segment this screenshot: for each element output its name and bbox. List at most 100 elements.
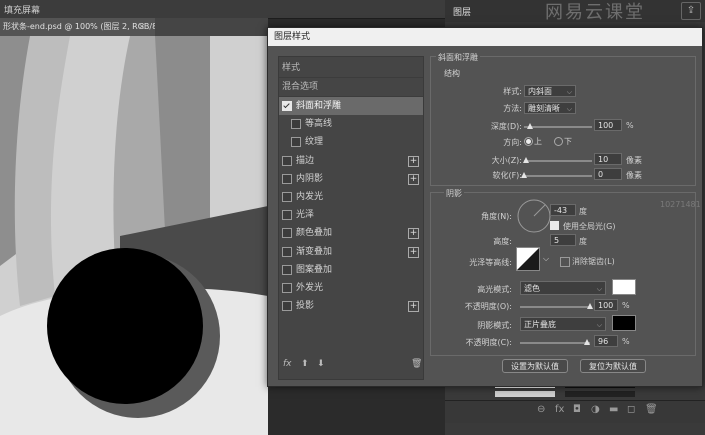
chevron-down-icon[interactable]: ⌵ [543, 254, 549, 264]
style-item[interactable]: 图案叠加 [279, 261, 423, 279]
direction-up-radio[interactable] [524, 137, 533, 146]
style-item-label: 颜色叠加 [296, 228, 333, 239]
bevel-section-title: 斜面和浮雕 [436, 52, 480, 63]
chevron-down-icon: ⌵ [566, 105, 572, 113]
add-effect-icon[interactable]: + [408, 228, 419, 240]
style-checkbox[interactable] [282, 301, 292, 312]
new-layer-icon[interactable]: ◻ [627, 404, 635, 415]
move-down-icon[interactable]: ⬇ [317, 359, 325, 369]
style-checkbox[interactable] [282, 173, 292, 184]
fx-icon[interactable]: fx [555, 404, 564, 415]
style-checkbox[interactable] [282, 246, 292, 257]
delete-effect-icon[interactable]: 🗑 [411, 359, 422, 369]
soften-slider-track[interactable] [524, 175, 592, 177]
style-item[interactable]: 外发光 [279, 279, 423, 297]
highlight-color-swatch[interactable] [612, 279, 636, 295]
depth-slider-thumb[interactable] [527, 123, 534, 129]
style-checkbox[interactable] [282, 283, 292, 293]
bevel-style-select[interactable]: 内斜面 ⌵ [524, 85, 576, 97]
add-effect-icon[interactable]: + [408, 155, 419, 167]
shadow-opacity-input[interactable]: 96 [594, 335, 618, 347]
style-item-label: 外发光 [296, 283, 324, 293]
angle-input[interactable]: -43 [550, 204, 576, 216]
highlight-opacity-track[interactable] [520, 306, 590, 308]
size-slider-thumb[interactable] [523, 157, 530, 163]
soften-slider-thumb[interactable] [520, 172, 527, 178]
reset-default-button[interactable]: 复位为默认值 [580, 359, 646, 373]
style-item[interactable]: 颜色叠加 + [279, 224, 423, 242]
link-layers-icon[interactable]: ⊖ [537, 404, 545, 415]
chevron-down-icon: ⌵ [596, 321, 602, 329]
altitude-input[interactable]: 5 [550, 234, 576, 246]
antialias-checkbox[interactable] [560, 257, 570, 267]
style-item[interactable]: 纹理 [279, 133, 423, 151]
style-item[interactable]: 内发光 [279, 188, 423, 206]
close-tab-icon[interactable]: × [138, 18, 146, 36]
share-icon[interactable]: ⇪ [681, 2, 701, 20]
fill-screen-label[interactable]: 填充屏幕 [4, 3, 40, 16]
add-effect-icon[interactable]: + [408, 301, 419, 313]
style-checkbox[interactable] [291, 137, 301, 148]
layers-panel-toolbar: ⊖ fx ◘ ◑ ▬ ◻ 🗑 [445, 400, 705, 423]
style-checkbox[interactable] [291, 119, 301, 130]
gloss-contour-picker[interactable] [516, 247, 540, 271]
style-item[interactable]: 描边 + [279, 152, 423, 170]
reset-default-label: 复位为默认值 [589, 362, 637, 371]
fx-menu-icon[interactable]: fx [283, 359, 292, 369]
shadow-color-swatch[interactable] [612, 315, 636, 331]
shadow-opacity-thumb[interactable] [583, 339, 590, 345]
move-up-icon[interactable]: ⬆ [301, 359, 309, 369]
add-effect-icon[interactable]: + [408, 173, 419, 185]
style-item-label: 描边 [296, 155, 315, 166]
style-item[interactable]: 投影 + [279, 297, 423, 315]
style-item[interactable]: 内阴影 + [279, 170, 423, 188]
document-tab-label: 形状条-end.psd @ 100% (图层 2, RGB/8#) * [3, 22, 155, 31]
document-canvas[interactable] [0, 36, 268, 435]
shadow-opacity-track[interactable] [520, 342, 590, 344]
shadow-mode-select[interactable]: 正片叠底 ⌵ [520, 317, 606, 331]
styles-header-label: 样式 [282, 63, 301, 73]
canvas-artwork [0, 36, 268, 435]
angle-dial[interactable] [516, 198, 552, 234]
size-slider-track[interactable] [524, 160, 592, 162]
highlight-mode-select[interactable]: 滤色 ⌵ [520, 281, 606, 295]
style-checkbox[interactable] [282, 155, 292, 166]
style-checkbox[interactable] [282, 228, 292, 239]
size-input[interactable]: 10 [594, 153, 622, 165]
style-checkbox[interactable] [282, 264, 292, 275]
style-checkbox[interactable] [282, 101, 292, 111]
shadow-opacity-value: 96 [598, 337, 609, 346]
highlight-opacity-input[interactable]: 100 [594, 299, 618, 311]
depth-input[interactable]: 100 [594, 119, 622, 131]
highlight-opacity-thumb[interactable] [586, 303, 593, 309]
style-item[interactable]: 等高线 [279, 115, 423, 133]
style-item[interactable]: 斜面和浮雕 [279, 97, 423, 115]
style-checkbox[interactable] [282, 210, 292, 221]
new-group-icon[interactable]: ▬ [609, 404, 618, 415]
add-effect-icon[interactable]: + [408, 246, 419, 258]
style-item-label: 图案叠加 [296, 264, 333, 275]
direction-down-radio[interactable] [554, 137, 563, 146]
style-checkbox[interactable] [282, 192, 292, 202]
layers-panel-label[interactable]: 图层 [453, 5, 471, 18]
layer-style-dialog: 图层样式 样式 混合选项 斜面和浮雕 等高线 纹理 描边 + 内阴影 + 内发光 光泽 颜色叠加 +… [267, 27, 703, 387]
technique-select[interactable]: 雕刻清晰 ⌵ [524, 102, 576, 114]
style-item-label: 渐变叠加 [296, 246, 333, 257]
soften-input[interactable]: 0 [594, 168, 622, 180]
style-item[interactable]: 渐变叠加 + [279, 243, 423, 261]
styles-header[interactable]: 样式 [279, 59, 423, 77]
depth-slider-track[interactable] [524, 126, 592, 128]
make-default-button[interactable]: 设置为默认值 [502, 359, 568, 373]
add-mask-icon[interactable]: ◘ [573, 404, 581, 415]
adjustment-layer-icon[interactable]: ◑ [591, 404, 600, 415]
make-default-label: 设置为默认值 [511, 362, 559, 371]
highlight-opacity-value: 100 [598, 301, 614, 310]
style-item-label: 斜面和浮雕 [296, 101, 342, 111]
global-light-checkbox[interactable] [550, 221, 559, 230]
shadow-opacity-unit: % [622, 337, 630, 346]
blending-options-item[interactable]: 混合选项 [279, 78, 423, 96]
style-item[interactable]: 光泽 [279, 206, 423, 224]
delete-layer-icon[interactable]: 🗑 [645, 404, 658, 415]
document-tab[interactable]: 形状条-end.psd @ 100% (图层 2, RGB/8#) * [0, 18, 155, 36]
dialog-title-bar[interactable]: 图层样式 [268, 28, 702, 46]
